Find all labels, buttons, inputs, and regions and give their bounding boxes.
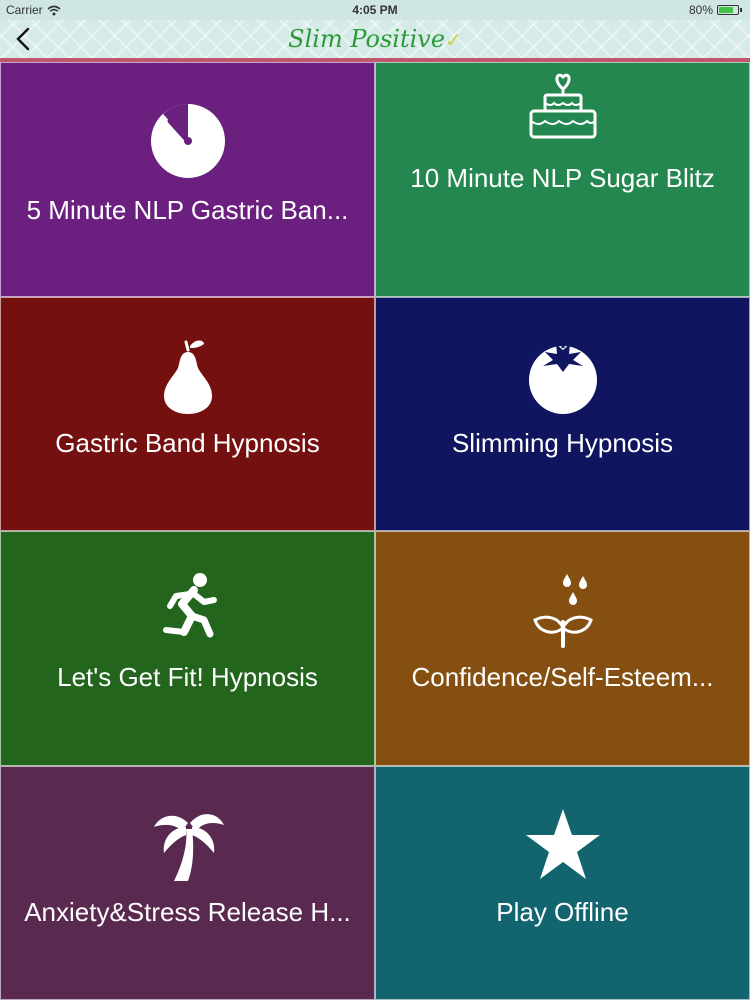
tile-10-minute-nlp-sugar-blitz[interactable]: 10 Minute NLP Sugar Blitz <box>375 62 750 297</box>
tile-label: Confidence/Self-Esteem... <box>411 662 714 692</box>
battery-cap <box>740 8 742 12</box>
tile-lets-get-fit-hypnosis[interactable]: Let's Get Fit! Hypnosis <box>0 531 375 766</box>
pear-icon <box>163 340 212 414</box>
tile-play-offline[interactable]: Play Offline <box>375 765 750 1000</box>
navigation-bar: Slim Positive✓ <box>0 20 750 62</box>
title-check-mark: ✓ <box>445 28 462 52</box>
tile-label: Slimming Hypnosis <box>451 427 674 458</box>
tile-label: Play Offline <box>496 896 629 927</box>
app-title: Slim Positive✓ <box>0 25 750 53</box>
status-bar: Carrier 4:05 PM 80% <box>0 0 750 20</box>
star-icon <box>525 808 600 879</box>
tile-slimming-hypnosis[interactable]: Slimming Hypnosis <box>375 296 750 531</box>
battery-percent: 80% <box>688 3 713 17</box>
tile-label: 10 Minute NLP Sugar Blitz <box>410 163 715 193</box>
tile-label: 5 Minute NLP Gastric Ban... <box>26 195 349 225</box>
tile-label: Let's Get Fit! Hypnosis <box>57 662 318 692</box>
tile-confidence-self-esteem[interactable]: Confidence/Self-Esteem... <box>375 531 750 766</box>
sprout-icon <box>532 574 593 648</box>
tile-gastric-band-hypnosis[interactable]: Gastric Band Hypnosis <box>0 296 375 531</box>
palm-tree-icon <box>153 813 224 881</box>
battery-icon <box>717 5 739 15</box>
app-title-text: Slim Positive <box>288 25 446 53</box>
timer-icon <box>150 104 225 178</box>
status-right: 80% <box>689 3 742 17</box>
tile-anxiety-stress-release-hypnosis[interactable]: Anxiety&Stress Release H... <box>0 765 375 1000</box>
battery-fill <box>719 7 734 13</box>
runner-icon <box>162 573 217 638</box>
tile-label: Gastric Band Hypnosis <box>55 427 320 458</box>
tile-label: Anxiety&Stress Release H... <box>24 896 351 927</box>
session-grid: 5 Minute NLP Gastric Ban... 10 Minute NL… <box>0 62 750 1000</box>
tomato-icon <box>528 339 597 414</box>
status-time: 4:05 PM <box>352 3 398 17</box>
cake-icon <box>529 73 596 139</box>
tile-5-minute-nlp-gastric-band[interactable]: 5 Minute NLP Gastric Ban... <box>0 62 375 297</box>
